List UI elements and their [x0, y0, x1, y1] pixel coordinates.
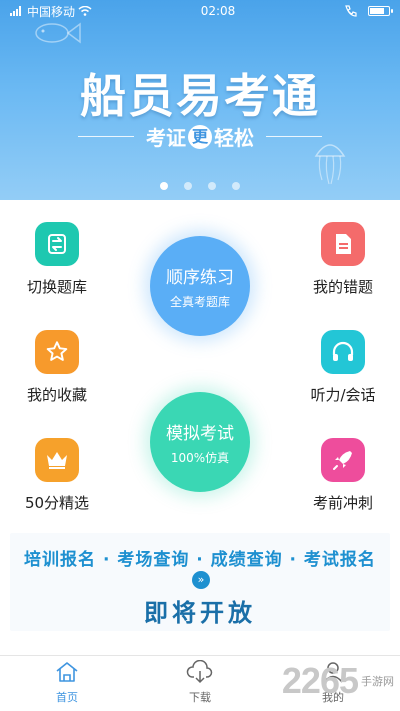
banner-title: 船员易考通	[80, 70, 320, 122]
top-picks-label: 50分精选	[24, 494, 90, 512]
coming-soon-text: 即将开放	[144, 599, 256, 627]
home-icon	[56, 662, 78, 682]
watermark: 2265 手游网	[282, 660, 394, 702]
subtitle-text-end: 轻松	[214, 126, 254, 150]
tab-home[interactable]: 首页	[32, 660, 102, 705]
services-notice: 培训报名 · 考场查询 · 成绩查询 · 考试报名 » 即将开放	[10, 533, 390, 631]
chevron-down-icon: »	[192, 571, 210, 589]
favorites-button[interactable]: 我的收藏	[2, 330, 112, 405]
switch-bank-icon	[35, 222, 79, 266]
wifi-icon	[78, 6, 92, 16]
sequential-practice-subtitle: 全真考题库	[169, 294, 230, 309]
sequential-practice-title: 顺序练习	[166, 267, 234, 288]
wrong-answers-button[interactable]: 我的错题	[288, 222, 398, 297]
switch-bank-button[interactable]: 切换题库	[2, 222, 112, 297]
listening-button[interactable]: 听力/会话	[288, 330, 398, 405]
sprint-button[interactable]: 考前冲刺	[288, 438, 398, 513]
crown-icon	[35, 438, 79, 482]
sprint-label: 考前冲刺	[312, 494, 373, 512]
wrong-answers-label: 我的错题	[312, 278, 373, 296]
carousel-dot[interactable]	[208, 182, 216, 190]
tab-download-label: 下载	[189, 691, 211, 704]
subtitle-divider-right	[266, 136, 322, 137]
rocket-icon	[321, 438, 365, 482]
carousel-dot[interactable]	[184, 182, 192, 190]
mock-exam-subtitle: 100%仿真	[170, 450, 230, 465]
banner-subtitle: 考证 更 轻松	[0, 122, 400, 151]
top-picks-button[interactable]: 50分精选	[2, 438, 112, 513]
carousel-indicator	[0, 182, 400, 190]
battery-icon	[367, 6, 393, 16]
favorites-label: 我的收藏	[26, 386, 87, 404]
watermark-number: 2265	[281, 660, 359, 701]
subtitle-highlight: 更	[188, 124, 212, 149]
download-icon	[186, 659, 213, 684]
subtitle-text-start: 考证	[146, 126, 186, 150]
mock-exam-title: 模拟考试	[166, 423, 234, 444]
services-list: 培训报名 · 考场查询 · 成绩查询 · 考试报名	[24, 550, 376, 570]
subtitle-divider-left	[78, 136, 134, 137]
headphones-icon	[321, 330, 365, 374]
sequential-practice-button[interactable]: 顺序练习 全真考题库	[150, 236, 250, 336]
carousel-dot[interactable]	[160, 182, 168, 190]
home-screen: 中国移动 02:08 船员易考通 考证 更 轻松 切换题库 我的收藏 50分精选…	[0, 0, 400, 711]
signal-icon	[10, 6, 21, 16]
banner-carousel[interactable]: 中国移动 02:08 船员易考通 考证 更 轻松	[0, 0, 400, 200]
clock: 02:08	[200, 4, 236, 18]
call-icon	[345, 5, 357, 17]
tab-home-label: 首页	[56, 691, 78, 704]
fish-decoration-icon	[35, 22, 81, 44]
watermark-text: 手游网	[361, 675, 394, 688]
document-icon	[321, 222, 365, 266]
status-bar: 中国移动 02:08	[0, 0, 400, 22]
star-icon	[35, 330, 79, 374]
tab-download[interactable]: 下载	[165, 659, 235, 705]
carousel-dot[interactable]	[232, 182, 240, 190]
listening-label: 听力/会话	[310, 386, 376, 404]
mock-exam-button[interactable]: 模拟考试 100%仿真	[150, 392, 250, 492]
switch-bank-label: 切换题库	[26, 278, 87, 296]
carrier-name: 中国移动	[27, 4, 76, 19]
